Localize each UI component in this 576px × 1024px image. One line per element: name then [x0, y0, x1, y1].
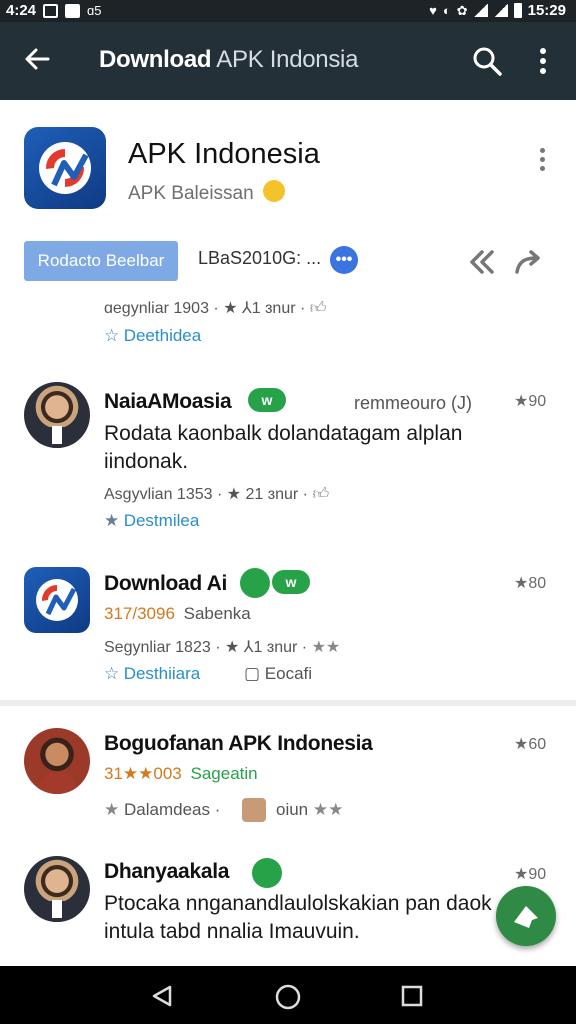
star-icon: ★ [104, 511, 120, 530]
status-time-right: 15:29 [527, 2, 566, 19]
share-forward-icon[interactable] [513, 248, 543, 276]
review-list-card: Boguofanan APK Indonesia ★60 31★★003 Sag… [0, 706, 576, 966]
review-meta: Segynliar 1823 · ★ ⅄1 ɜnur · ★★ [104, 639, 341, 656]
notification-icon [65, 3, 81, 18]
app-logo-icon [24, 127, 106, 209]
system-nav-bar [0, 966, 576, 1024]
thumbs-up-icon[interactable]: 👍︎ [310, 300, 327, 317]
review-rating: ★60 [514, 736, 547, 753]
avatar [24, 856, 90, 922]
share-back-icon[interactable] [468, 248, 498, 276]
floating-action-button[interactable] [496, 886, 556, 946]
review-rating: ★90 [514, 393, 547, 410]
review-tag-secondary[interactable]: ▢ Eocafi [244, 664, 312, 684]
thumbnail-avatar [242, 798, 266, 822]
header-review-meta: ɑeɡynliar 1903 · ★ ⅄1 ɜnur · 👍︎ [104, 300, 327, 317]
review-author: Boguofanan APK Indonesia [104, 732, 373, 755]
stats-badge[interactable]: ••• [330, 246, 358, 274]
review-tag[interactable]: ★ Destmilea [104, 511, 199, 531]
review-author: NaiaAMoasia [104, 390, 232, 413]
edit-icon: ▢ [244, 664, 261, 683]
review-rating: ★80 [514, 575, 547, 592]
app-detail-card: APK Indonesia APK Baleissan Rodacto Beel… [0, 100, 576, 700]
sync-icon: ◐ [442, 2, 451, 18]
review-tag[interactable]: ★ Dalamdeas · [104, 800, 220, 820]
photo-icon [43, 3, 59, 18]
nav-recents-icon[interactable] [401, 985, 423, 1007]
settings-icon: ✿ [456, 2, 468, 18]
status-bar: 4:24 ɑ5 ♥ ◐ ✿ 15:29 [0, 0, 576, 22]
location-icon: ♥ [429, 2, 437, 18]
review-author: Download Ai [104, 572, 228, 595]
review-text: Ptocaka nnganandlaulolskakian pan daok i… [104, 892, 492, 943]
app-logo-icon [24, 567, 90, 633]
review-subline: 317/3096 Sabenka [104, 604, 251, 623]
signal-icon-2 [493, 4, 508, 17]
review-meta: Asgyvlian 1353 · ★ 21 ɜnur · 👍︎ [104, 486, 330, 503]
content-area: APK Indonesia APK Baleissan Rodacto Beel… [0, 100, 576, 966]
back-arrow-icon[interactable] [22, 44, 52, 74]
check-icon [252, 858, 282, 888]
status-time-left: 4:24 [6, 2, 37, 19]
rating-stars-icon: ★★ [312, 800, 344, 819]
app-stats: LBaS2010G: ... [198, 248, 322, 268]
search-icon[interactable] [472, 46, 502, 76]
app-more-icon[interactable] [540, 148, 546, 171]
review-tag-secondary: oiun ★★ [276, 800, 344, 819]
page-title: Download APK Indonsia [99, 46, 359, 73]
app-bar: Download APK Indonsia [0, 22, 576, 100]
review-tag[interactable]: ☆ Desthiiara [104, 664, 200, 684]
check-icon [240, 568, 270, 598]
signal-icon [473, 4, 488, 17]
star-icon: ★ [104, 800, 120, 819]
nav-home-icon[interactable] [275, 984, 301, 1010]
primary-action-button[interactable]: Rodacto Beelbar [24, 241, 178, 281]
review-subline: 31★★003 Sageatin [104, 764, 258, 783]
review-right-label: remmeouro (J) [354, 393, 473, 413]
verified-badge: w [272, 570, 310, 594]
avatar [24, 728, 90, 794]
star-outline-icon: ☆ [104, 664, 120, 683]
thumbs-up-icon[interactable]: 👍︎ [312, 486, 329, 503]
review-text: Rodata kaonbalk dolandatagam alplan iind… [104, 422, 463, 473]
verified-badge: w [248, 388, 286, 412]
more-options-icon[interactable] [530, 46, 556, 76]
send-icon [514, 906, 538, 928]
app-developer: APK Baleissan [128, 180, 285, 205]
star-outline-icon: ☆ [104, 326, 120, 345]
rating-stars-icon: ★★ [311, 639, 341, 656]
battery-icon [513, 3, 522, 18]
header-tag[interactable]: ☆ Deethidea [104, 326, 201, 346]
review-author: Dhanyaakala [104, 860, 230, 883]
sim-indicator: ɑ5 [87, 2, 102, 18]
avatar [24, 382, 90, 448]
emoji-icon [262, 180, 285, 202]
review-rating: ★90 [514, 866, 547, 883]
app-name: APK Indonesia [128, 138, 320, 170]
nav-back-icon[interactable] [150, 984, 174, 1008]
